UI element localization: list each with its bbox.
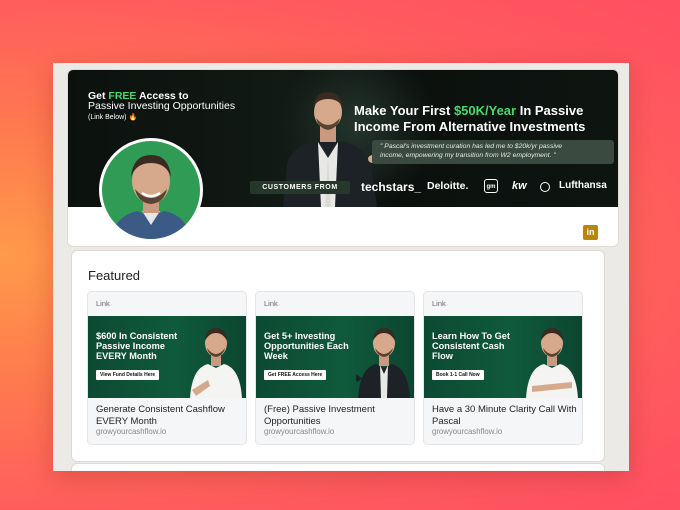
featured-item-cashflow[interactable]: Link $600 In Consistent Passive Income E…	[87, 291, 247, 445]
techstars-logo: techstars_	[361, 180, 422, 194]
featured-section: Featured Link $600 In Consistent Passive…	[71, 250, 605, 462]
thumbnail-person-illustration	[356, 328, 410, 398]
avatar-person-illustration	[110, 155, 192, 239]
featured-item-tag: Link	[264, 299, 278, 308]
deloitte-logo: Deloitte.	[427, 180, 469, 192]
thumbnail-person-illustration	[190, 328, 242, 398]
quote-line1: " Pascal's investment curation has led m…	[380, 143, 563, 150]
featured-item-thumbnail: Learn How To Get Consistent Cash Flow Bo…	[424, 316, 582, 398]
gm-logo: gm	[484, 179, 498, 193]
featured-item-tag: Link	[96, 299, 110, 308]
thumbnail-headline: $600 In Consistent Passive Income EVERY …	[96, 331, 178, 361]
thumbnail-headline: Learn How To Get Consistent Cash Flow	[432, 331, 510, 361]
linkedin-icon[interactable]: in	[583, 225, 598, 240]
profile-avatar[interactable]	[99, 138, 203, 242]
fire-icon: 🔥	[128, 114, 138, 121]
featured-item-domain: growyourcashflow.io	[264, 427, 335, 436]
featured-item-opportunities[interactable]: Link Get 5+ Investing Opportunities Each…	[255, 291, 415, 445]
kw-logo: kw	[512, 180, 527, 192]
featured-item-thumbnail: $600 In Consistent Passive Income EVERY …	[88, 316, 246, 398]
lufthansa-crane-icon	[540, 182, 550, 192]
quote-line2: income, empowering my transition from W2…	[380, 152, 556, 159]
featured-item-clarity-call[interactable]: Link Learn How To Get Consistent Cash Fl…	[423, 291, 583, 445]
thumbnail-headline: Get 5+ Investing Opportunities Each Week	[264, 331, 349, 361]
featured-item-domain: growyourcashflow.io	[96, 427, 167, 436]
banner-headline-line1: Make Your First $50K/Year In Passive	[354, 103, 584, 118]
banner-headline-line2: Income From Alternative Investments	[354, 119, 586, 134]
featured-title: Featured	[88, 268, 141, 283]
next-section-card	[71, 463, 605, 471]
featured-item-description: Have a 30 Minute Clarity Call With Pasca…	[432, 404, 577, 427]
banner-promo-line3: (Link Below) 🔥	[88, 114, 138, 121]
thumbnail-person-illustration	[526, 328, 578, 398]
profile-page-frame: Get FREE Access to Passive Investing Opp…	[53, 63, 629, 471]
profile-header-card: Get FREE Access to Passive Investing Opp…	[67, 69, 619, 247]
thumbnail-cta-button: Get FREE Access Here	[264, 370, 327, 380]
customers-from-label: CUSTOMERS FROM	[250, 181, 350, 194]
avatar-photo	[102, 141, 200, 239]
featured-item-tag: Link	[432, 299, 446, 308]
lufthansa-logo: Lufthansa	[559, 180, 607, 191]
featured-item-domain: growyourcashflow.io	[432, 427, 503, 436]
banner-testimonial-quote: " Pascal's investment curation has led m…	[372, 140, 614, 164]
thumbnail-cta-button: Book 1-1 Call Now	[432, 370, 484, 380]
featured-item-description: Generate Consistent Cashflow EVERY Month	[96, 404, 225, 427]
banner-promo-line2: Passive Investing Opportunities	[88, 100, 236, 112]
featured-item-description: (Free) Passive Investment Opportunities	[264, 404, 375, 427]
featured-item-thumbnail: Get 5+ Investing Opportunities Each Week…	[256, 316, 414, 398]
thumbnail-cta-button: View Fund Details Here	[96, 370, 160, 380]
